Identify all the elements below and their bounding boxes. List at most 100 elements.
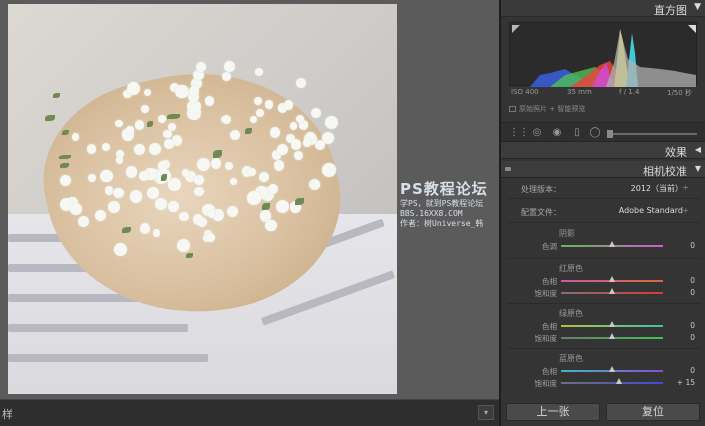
photo-flower [163,138,174,149]
crop-tool-icon[interactable]: ⋮⋮ [509,127,529,139]
photo-flower [167,122,176,132]
slider-value[interactable]: + 15 [677,378,695,387]
shadows-tint-slider[interactable]: 色调 0 [501,240,705,252]
photo-flower [115,156,123,164]
expand-arrow-icon: ◀ [694,145,701,154]
develop-right-panel: 直方图 ▼ ISO 400 35 mm f / 1.4 1/50 秒 原始照片 … [499,0,705,426]
dropdown-caret-icon: ÷ [682,183,689,192]
panel-bottom-buttons: 上一张 复位 [501,399,705,426]
slider-handle[interactable] [609,366,615,372]
process-version-row[interactable]: 处理版本： 2012（当前） ÷ [501,182,705,196]
photo-flower [247,191,261,205]
photo-flower [269,127,280,138]
histogram-chart[interactable] [509,22,697,87]
watermark: PS教程论坛 学PS，就到PS教程论坛 BBS.16XX8.COM 作者：树Un… [400,178,500,229]
reset-button[interactable]: 复位 [606,403,700,421]
slider-handle[interactable] [609,276,615,282]
photo-flower [107,200,120,213]
slider-handle[interactable] [609,241,615,247]
profile-value[interactable]: Adobe Standard [619,206,683,215]
slider-value[interactable]: 0 [690,366,695,375]
photo-image[interactable] [8,4,397,394]
slider-value[interactable]: 0 [690,333,695,342]
photo-flower [143,88,152,96]
toolbar-label: 样 [2,408,13,421]
exif-focal-length: 35 mm [567,88,592,96]
camera-calibration-title: 相机校准 [643,165,687,178]
slider-handle[interactable] [609,333,615,339]
photo-flower [129,190,143,203]
toolbar-dropdown-button[interactable]: ▾ [478,405,494,420]
photo-flower [113,242,127,256]
exif-aperture: f / 1.4 [619,88,640,96]
photo-flower [321,131,335,145]
photo-flower [134,120,144,130]
photo-flower [283,100,294,110]
photo-flower [267,184,278,195]
slider-track[interactable] [561,382,663,384]
photo-flower [88,173,97,182]
blue-hue-slider[interactable]: 色相 0 [501,365,705,377]
original-photo-icon [509,106,516,112]
profile-row[interactable]: 配置文件： Adobe Standard ÷ [501,205,705,219]
slider-value[interactable]: 0 [690,288,695,297]
photo-flower [192,214,204,225]
radial-filter-tool-icon[interactable]: ◯ [589,127,601,139]
slider-value[interactable]: 0 [690,321,695,330]
photo-flower [126,126,134,135]
process-version-value[interactable]: 2012（当前） [631,183,683,194]
photo-flower [155,197,168,210]
collapse-arrow-icon: ▼ [694,164,701,173]
photo-leaf [245,127,252,134]
slider-label: 饱和度 [534,289,558,298]
green-saturation-slider[interactable]: 饱和度 0 [501,332,705,344]
profile-label: 配置文件： [521,208,561,217]
photo-flower [290,139,301,150]
slider-value[interactable]: 0 [690,241,695,250]
photo-flower [303,139,311,147]
photo-leaf [147,120,154,127]
slider-handle[interactable] [609,288,615,294]
tool-slider-handle[interactable] [607,130,613,138]
photo-flower [125,166,138,178]
graduated-filter-tool-icon[interactable]: ▯ [571,127,583,139]
photo-leaf [58,154,72,159]
photo-flower [221,114,231,124]
panel-toggle-icon[interactable] [505,167,511,171]
tool-slider-track[interactable] [609,133,697,135]
slider-handle[interactable] [616,378,622,384]
tool-strip: ⋮⋮ ◎ ◉ ▯ ◯ [501,122,705,142]
photo-flower [179,211,189,221]
green-hue-slider[interactable]: 色相 0 [501,320,705,332]
slider-label: 色调 [542,242,557,251]
exif-shutter: 1/50 秒 [667,89,692,97]
photo-flower [69,203,82,216]
photo-flower [140,105,149,114]
photo-flower [210,158,222,169]
photo-flower [322,163,336,177]
photo-flower [311,107,322,118]
photo-flower [194,186,204,197]
red-saturation-slider[interactable]: 饱和度 0 [501,287,705,299]
photo-flower [276,199,290,213]
red-eye-tool-icon[interactable]: ◉ [551,127,563,139]
histogram-header[interactable]: 直方图 ▼ [501,0,705,17]
hist-luminance [606,31,696,87]
slider-value[interactable]: 0 [690,276,695,285]
bottom-toolbar: 样 ▾ [0,399,499,426]
photo-flower [226,205,238,217]
photo-flower [146,187,159,199]
photo-flower [295,115,304,124]
photo-flower [86,143,97,154]
photo-flower [224,161,234,170]
spot-removal-tool-icon[interactable]: ◎ [531,127,543,139]
camera-calibration-header[interactable]: 相机校准 ▼ [501,161,705,178]
blue-saturation-slider[interactable]: 饱和度 + 15 [501,377,705,389]
original-photo-status[interactable]: 原始照片 + 智能预览 [509,104,585,114]
previous-button[interactable]: 上一张 [506,403,600,421]
slider-label: 色相 [542,322,557,331]
red-hue-slider[interactable]: 色相 0 [501,275,705,287]
watermark-line: 学PS，就到PS教程论坛 [400,199,484,208]
slider-handle[interactable] [609,321,615,327]
effects-section-header[interactable]: 效果 ◀ [501,142,705,159]
